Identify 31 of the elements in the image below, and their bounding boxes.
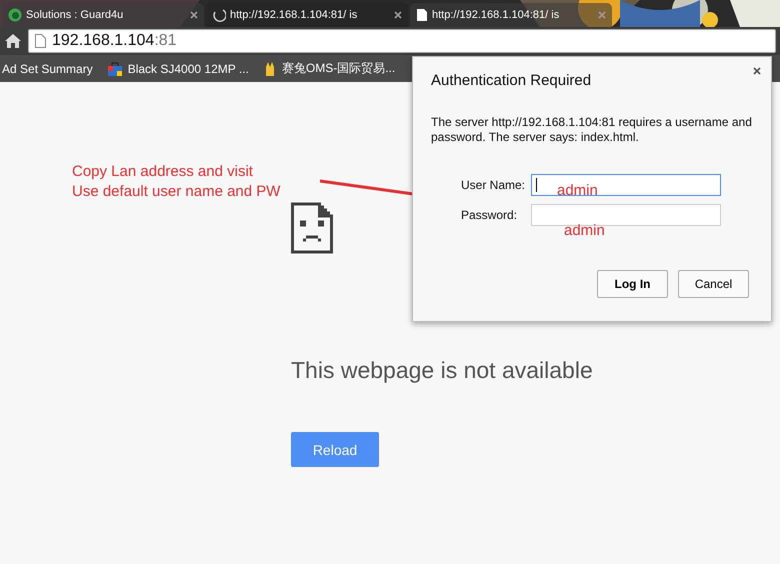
bookmark[interactable]: Ad Set Summary <box>2 62 93 76</box>
input-field[interactable] <box>531 204 721 226</box>
error-heading: This webpage is not available <box>291 357 593 384</box>
close-icon[interactable] <box>753 67 761 75</box>
bookmark[interactable]: Black SJ4000 12MP ... <box>128 62 249 76</box>
sad-page-icon <box>291 202 333 254</box>
field-label: Password: <box>461 208 518 222</box>
browser-tab[interactable]: http://192.168.1.104:81/ is <box>206 3 408 27</box>
dialog-title: Authentication Required <box>431 72 592 89</box>
page-icon <box>35 34 46 48</box>
logo-icon <box>8 8 22 22</box>
dialog-message: The server http://192.168.1.104:81 requires a username and password. The server says: index.html. <box>431 115 753 145</box>
spinner-icon <box>212 8 226 22</box>
annotation-text: admin <box>557 182 598 199</box>
field-label: User Name: <box>461 178 526 192</box>
home-icon[interactable] <box>4 33 22 49</box>
browser-tab[interactable]: Solutions : Guard4u <box>2 3 204 27</box>
close-icon[interactable] <box>190 11 198 19</box>
bookmark[interactable]: 赛兔OMS-国际贸易... <box>282 60 396 77</box>
annotation-text: Copy Lan address and visit <box>72 162 254 182</box>
input-field[interactable] <box>531 174 721 196</box>
dialog-button[interactable]: Cancel <box>678 270 749 298</box>
annotation-text: Use default user name and PW <box>72 182 280 202</box>
page-icon <box>416 8 428 22</box>
browser-tab[interactable]: http://192.168.1.104:81/ is <box>410 3 612 27</box>
annotation-text: admin <box>564 222 605 239</box>
dialog-button[interactable]: Log In <box>597 270 668 298</box>
close-icon[interactable] <box>394 11 402 19</box>
url-text: 192.168.1.104:81 <box>52 32 177 50</box>
address-bar[interactable]: 192.168.1.104:81 <box>28 29 776 53</box>
bag-icon <box>106 60 123 76</box>
